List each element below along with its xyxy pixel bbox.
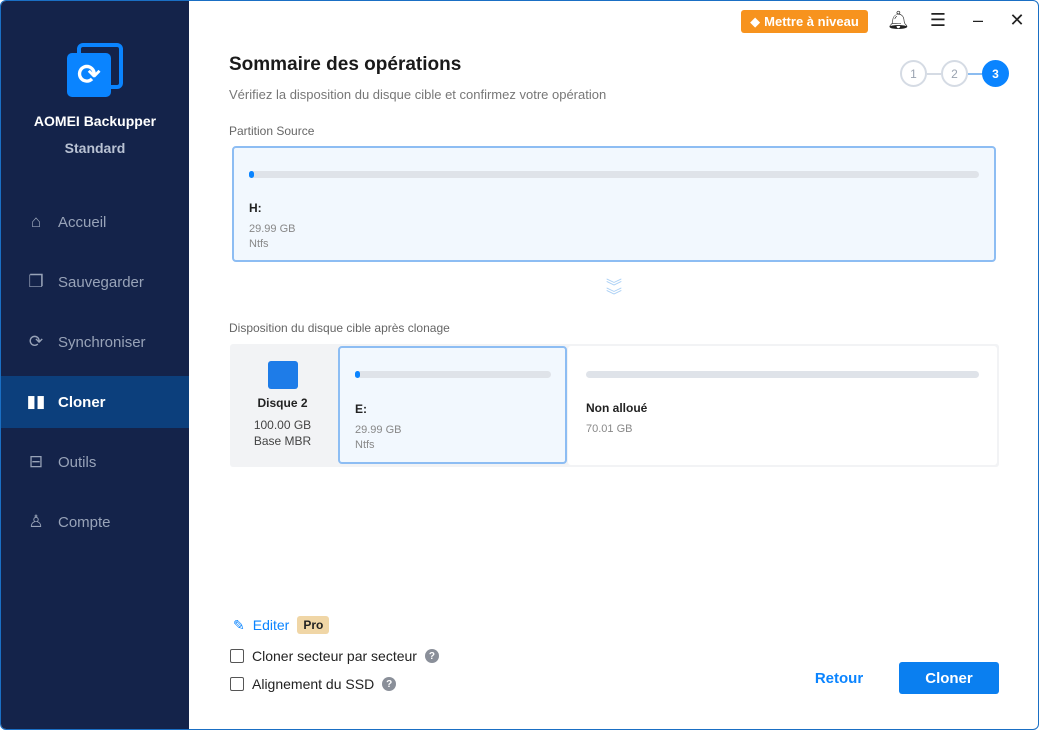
target-size: 29.99 GB <box>355 424 402 436</box>
sector-checkbox[interactable] <box>230 649 244 663</box>
upgrade-label: Mettre à niveau <box>764 14 859 29</box>
back-button[interactable]: Retour <box>791 662 887 694</box>
minimize-icon[interactable]: – <box>967 10 989 31</box>
target-partition-name: E: <box>355 402 367 416</box>
step-2: 2 <box>941 60 968 87</box>
target-partition-card[interactable]: E: 29.99 GB Ntfs <box>338 346 567 464</box>
source-partition-name: H: <box>249 201 262 215</box>
sidebar-item-label: Outils <box>58 453 97 471</box>
step-3: 3 <box>982 60 1009 87</box>
source-label: Partition Source <box>229 124 315 138</box>
page-title: Sommaire des opérations <box>229 54 462 75</box>
help-icon[interactable]: ? <box>382 677 397 691</box>
step-indicator: 1 2 3 <box>900 60 1009 87</box>
sidebar-item-label: Synchroniser <box>58 333 146 351</box>
target-label: Disposition du disque cible après clonag… <box>229 321 450 335</box>
target-usage-bar <box>355 371 551 378</box>
sidebar-item-label: Sauvegarder <box>58 273 144 291</box>
sync-icon: ⟳ <box>28 332 44 351</box>
disk-type: Base MBR <box>253 434 312 448</box>
unallocated-card: Non alloué 70.01 GB <box>568 346 997 465</box>
ssd-label: Alignement du SSD <box>252 676 375 692</box>
sidebar-item-label: Compte <box>58 513 111 531</box>
step-1: 1 <box>900 60 927 87</box>
source-size: 29.99 GB <box>249 223 296 235</box>
close-icon[interactable]: ✕ <box>1006 10 1028 31</box>
target-disk-info: Disque 2 100.00 GB Base MBR <box>230 344 335 467</box>
sector-by-sector-option[interactable]: Cloner secteur par secteur? <box>230 648 439 664</box>
upgrade-button[interactable]: ◆ Mettre à niveau <box>741 10 868 33</box>
diamond-icon: ◆ <box>750 13 761 29</box>
disk-size: 100.00 GB <box>253 418 312 432</box>
unallocated-size: 70.01 GB <box>586 423 633 435</box>
edit-button[interactable]: ✎ Editer Pro <box>233 616 330 634</box>
sidebar-item-synchroniser[interactable]: ⟳ Synchroniser <box>1 316 189 368</box>
source-partition-card[interactable]: H: 29.99 GB Ntfs <box>232 146 996 262</box>
backup-icon: ❐ <box>28 272 44 291</box>
sector-label: Cloner secteur par secteur <box>252 648 417 664</box>
menu-icon[interactable]: ☰ <box>927 10 949 31</box>
unallocated-name: Non alloué <box>586 401 648 415</box>
sidebar-item-outils[interactable]: ⊟ Outils <box>1 436 189 488</box>
home-icon: ⌂ <box>30 212 42 231</box>
sidebar-item-label: Cloner <box>58 393 106 411</box>
disk-icon <box>267 361 298 389</box>
pencil-icon: ✎ <box>233 616 245 633</box>
app-logo-icon: ⟳ <box>65 41 125 99</box>
ssd-alignment-option[interactable]: Alignement du SSD? <box>230 676 397 692</box>
unallocated-bar <box>586 371 979 378</box>
pro-badge: Pro <box>297 616 330 634</box>
help-icon[interactable]: ? <box>424 649 439 663</box>
app-edition: Standard <box>64 140 126 156</box>
sidebar-item-sauvegarder[interactable]: ❐ Sauvegarder <box>1 256 189 308</box>
target-partition-info: 29.99 GB Ntfs <box>355 423 401 453</box>
bell-icon[interactable]: 🔔︎ <box>887 10 910 31</box>
sidebar-item-label: Accueil <box>58 213 107 231</box>
ssd-checkbox[interactable] <box>230 677 244 691</box>
source-usage-bar <box>249 171 979 178</box>
sidebar-item-cloner[interactable]: ▮▮ Cloner <box>1 376 189 428</box>
user-icon: ♙ <box>28 512 44 531</box>
source-fs: Ntfs <box>249 238 269 250</box>
clone-icon: ▮▮ <box>26 392 46 411</box>
disk-name: Disque 2 <box>257 396 308 410</box>
target-fs: Ntfs <box>355 439 375 451</box>
source-partition-info: 29.99 GB Ntfs <box>249 222 295 252</box>
app-window: ⟳ AOMEI Backupper Standard ⌂ Accueil ❐ Sau… <box>0 0 1039 730</box>
clone-button[interactable]: Cloner <box>899 662 999 694</box>
sidebar: ⟳ AOMEI Backupper Standard ⌂ Accueil ❐ Sau… <box>1 1 189 729</box>
sidebar-item-accueil[interactable]: ⌂ Accueil <box>1 196 189 248</box>
chevrons-down-icon: ︾ ︾ <box>605 279 622 305</box>
sidebar-item-compte[interactable]: ♙ Compte <box>1 496 189 548</box>
edit-label: Editer <box>252 617 290 633</box>
toolbox-icon: ⊟ <box>28 452 44 471</box>
page-subtitle: Vérifiez la disposition du disque cible … <box>229 87 607 102</box>
app-name: AOMEI Backupper <box>33 113 157 129</box>
